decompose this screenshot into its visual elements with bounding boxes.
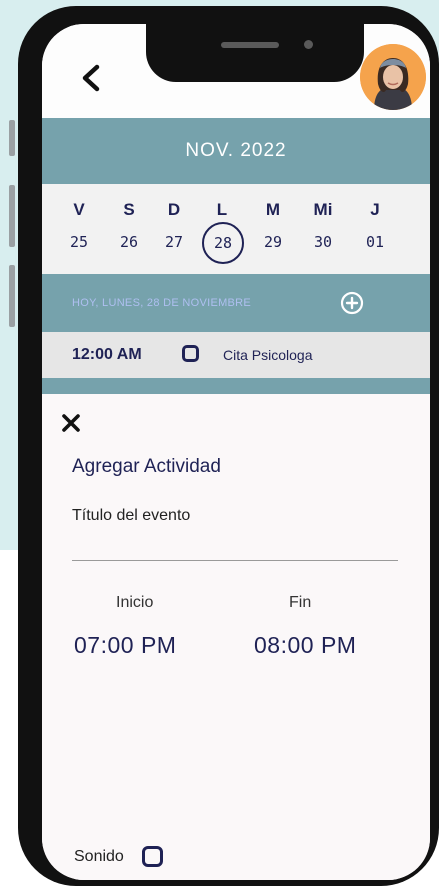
front-camera bbox=[304, 40, 313, 49]
day-name: D bbox=[167, 200, 181, 219]
week-strip: V 25 S 26 D 27 L 28 M 29 Mi 30 J 01 bbox=[42, 184, 430, 274]
day-name: L bbox=[216, 200, 228, 219]
event-row[interactable]: 12:00 AM Cita Psicologa bbox=[42, 332, 430, 379]
day-name: M bbox=[265, 200, 281, 219]
today-bar: HOY, LUNES, 28 DE NOVIEMBRE bbox=[42, 274, 430, 332]
sound-label: Sonido bbox=[74, 848, 124, 865]
day-sunday[interactable]: D 27 bbox=[154, 194, 194, 258]
day-date: 25 bbox=[69, 233, 89, 251]
mute-switch bbox=[9, 120, 15, 156]
add-activity-sheet: Agregar Actividad Título del evento Inic… bbox=[42, 394, 430, 880]
day-date: 01 bbox=[365, 233, 385, 251]
user-avatar[interactable] bbox=[360, 44, 426, 110]
phone-screen: NOV. 2022 V 25 S 26 D 27 L 28 M 29 Mi 30… bbox=[42, 24, 430, 880]
day-thursday[interactable]: J 01 bbox=[355, 194, 395, 258]
day-tuesday[interactable]: M 29 bbox=[253, 194, 293, 258]
speaker-grille bbox=[221, 42, 279, 48]
today-label: HOY, LUNES, 28 DE NOVIEMBRE bbox=[72, 297, 252, 309]
day-friday[interactable]: V 25 bbox=[59, 194, 99, 258]
event-title-label: Título del evento bbox=[72, 507, 191, 524]
day-monday-selected[interactable]: L 28 bbox=[202, 194, 244, 264]
phone-frame: NOV. 2022 V 25 S 26 D 27 L 28 M 29 Mi 30… bbox=[18, 6, 439, 886]
end-time-picker[interactable]: 08:00 PM bbox=[254, 632, 356, 659]
volume-up-button bbox=[9, 185, 15, 247]
chevron-left-icon[interactable] bbox=[76, 62, 108, 94]
day-saturday[interactable]: S 26 bbox=[109, 194, 149, 258]
phone-notch bbox=[146, 24, 364, 82]
volume-down-button bbox=[9, 265, 15, 327]
plus-circle-icon[interactable] bbox=[340, 291, 364, 315]
close-icon[interactable] bbox=[60, 412, 82, 434]
day-wednesday[interactable]: Mi 30 bbox=[303, 194, 343, 258]
calendar-strip-bottom bbox=[42, 378, 430, 394]
day-date: 30 bbox=[313, 233, 333, 251]
event-checkbox[interactable] bbox=[182, 345, 199, 362]
day-date: 27 bbox=[164, 233, 184, 251]
event-time: 12:00 AM bbox=[72, 346, 142, 363]
event-title-input[interactable] bbox=[72, 560, 398, 561]
day-name: Mi bbox=[313, 200, 333, 219]
event-title: Cita Psicologa bbox=[223, 347, 313, 363]
sound-checkbox[interactable] bbox=[142, 846, 163, 867]
month-header: NOV. 2022 bbox=[42, 118, 430, 184]
start-label: Inicio bbox=[116, 594, 154, 611]
day-name: S bbox=[123, 200, 135, 219]
day-date: 29 bbox=[263, 233, 283, 251]
sheet-title: Agregar Actividad bbox=[72, 456, 221, 477]
avatar-portrait bbox=[360, 44, 426, 110]
day-name: V bbox=[73, 200, 85, 219]
day-date: 26 bbox=[119, 233, 139, 251]
day-name: J bbox=[370, 200, 380, 219]
day-date: 28 bbox=[202, 222, 244, 264]
end-label: Fin bbox=[289, 594, 312, 611]
start-time-picker[interactable]: 07:00 PM bbox=[74, 632, 176, 659]
